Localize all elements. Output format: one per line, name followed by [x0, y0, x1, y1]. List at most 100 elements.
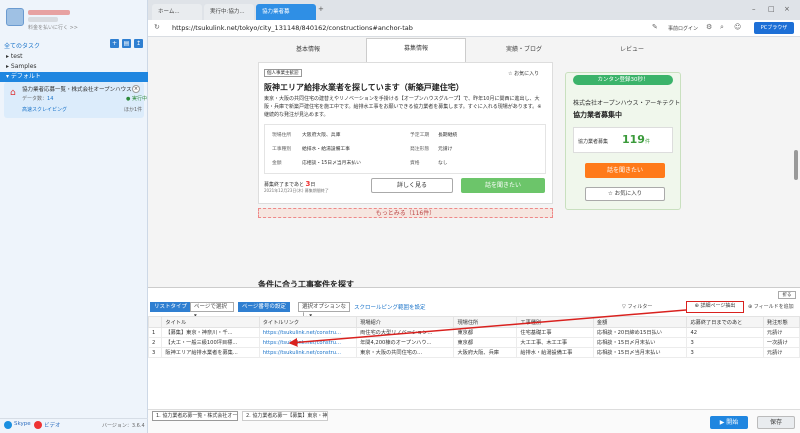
info-key: 現場住所	[272, 133, 292, 138]
status-badge: 個人事業主歓迎	[264, 69, 302, 77]
cell: 東京都	[453, 337, 518, 348]
inquire-button[interactable]: 話を聞きたい	[461, 178, 545, 193]
recruit-count: 119件	[622, 133, 650, 146]
table-row[interactable]: 2 【大工・一般三級100坪目標... https://tsukulink.ne…	[147, 337, 800, 348]
pre-login-link[interactable]: 事前ログイン	[668, 25, 698, 32]
company-inquire-button[interactable]: 話を聞きたい	[585, 163, 665, 178]
row-index: 2	[147, 337, 163, 348]
deadline: 募集終了まであと 3日	[264, 180, 316, 188]
tab-reviews[interactable]: レビュー	[582, 40, 682, 60]
info-value: 元請け	[438, 147, 453, 152]
pc-browser-button[interactable]: PCブラウザ	[754, 22, 794, 34]
tab-achievements[interactable]: 実績・ブログ	[474, 40, 574, 60]
info-key: 工事種別	[272, 147, 292, 152]
task-title: 協力業者応募一覧・株式会社オープンハウス	[22, 87, 132, 93]
billing-link[interactable]: 料金を払いに行く >>	[28, 24, 78, 31]
video-link[interactable]: ビデオ	[44, 421, 61, 429]
option-select[interactable]: 選択オプションなし ▾	[298, 302, 350, 319]
avatar[interactable]	[6, 8, 24, 26]
recruit-count-label: 協力業者募集	[578, 139, 609, 145]
collapse-button[interactable]: 折る	[778, 291, 796, 299]
extract-detail-page-button[interactable]: ⊕ 詳細ページ抽出	[686, 301, 744, 313]
cell: 3	[686, 337, 764, 348]
task-tab-2[interactable]: 2. 協力業者応募一【募集】東京・神...	[242, 411, 328, 421]
house-icon: ⌂	[10, 88, 16, 98]
cell-link[interactable]: https://tsukulink.net/constru...	[258, 337, 358, 348]
add-field-button[interactable]: ⊕ フィールドを追加	[748, 303, 794, 310]
cell-link[interactable]: https://tsukulink.net/constru...	[258, 327, 358, 338]
cell: 応相談・15日〆当月末払い	[592, 347, 688, 358]
cell: 両住宅の大型リノベーション...	[356, 327, 455, 338]
url-input[interactable]: https://tsukulink.net/tokyo/city_131148/…	[172, 24, 413, 32]
scroll-range-link[interactable]: スクロールピング範囲を設定	[354, 303, 426, 311]
cell: 阪神エリア給排水業者を募集...	[161, 347, 260, 358]
reload-icon[interactable]: ↻	[154, 23, 160, 31]
tab-running[interactable]: 実行中:協力...	[204, 4, 254, 20]
company-name: 株式会社オープンハウス・アーキテクト	[573, 100, 681, 107]
cell: 応相談・20日締め15日払い	[592, 327, 688, 338]
edit-icon[interactable]: ✎	[652, 23, 658, 31]
cell: 一次請け	[762, 337, 800, 348]
import-icon[interactable]: ↥	[134, 39, 143, 48]
show-more-button[interactable]: もっとみる（116件）	[258, 208, 553, 218]
video-icon[interactable]	[34, 421, 42, 429]
task-data-count: データ数：14	[22, 96, 54, 102]
cell-link[interactable]: https://tsukulink.net/constru...	[258, 347, 358, 358]
info-key: 資格	[410, 161, 420, 166]
col-header[interactable]: 現場住所	[453, 316, 518, 328]
cell: 【大工・一般三級100坪目標...	[161, 337, 260, 348]
tree-item-samples[interactable]: ▸ Samples	[0, 62, 148, 72]
task-extra-count: ほか1件	[124, 107, 143, 113]
cell: 【募集】東京・神奈川・千...	[161, 327, 260, 338]
tree-item-default[interactable]: ▾ デフォルト	[0, 72, 148, 82]
col-header[interactable]: タイトル	[161, 316, 260, 328]
list-type-button[interactable]: リストタイプ	[150, 302, 192, 312]
job-title[interactable]: 阪神エリア給排水業者を探しています（新築戸建住宅）	[264, 82, 464, 93]
tab-home[interactable]: ホーム...	[152, 4, 202, 20]
maximize-icon[interactable]: □	[768, 5, 775, 13]
table-row[interactable]: 3 阪神エリア給排水業者を募集... https://tsukulink.net…	[147, 347, 800, 358]
info-value: 長期継続	[438, 133, 458, 138]
start-button[interactable]: ▶ 開始	[710, 416, 748, 429]
close-task-icon[interactable]: ×	[132, 85, 140, 93]
favorite-button[interactable]: ☆ お気に入り	[508, 70, 539, 77]
page-select[interactable]: ページで選択 ▾	[190, 302, 234, 319]
search-icon[interactable]: ⌕	[720, 23, 724, 32]
skype-icon[interactable]	[4, 421, 12, 429]
page-number-setting[interactable]: ページ番号の設定	[238, 302, 290, 312]
col-header[interactable]: 金額	[592, 316, 688, 328]
skype-link[interactable]: Skype	[14, 421, 31, 427]
signup-banner[interactable]: カンタン登録30秒！	[573, 75, 673, 85]
minimize-icon[interactable]: –	[752, 5, 756, 13]
col-header[interactable]: 発注形態	[762, 316, 800, 328]
new-tab-icon[interactable]: +	[318, 5, 324, 13]
close-window-icon[interactable]: ×	[784, 5, 790, 13]
filter-button[interactable]: ▽ フィルター	[622, 303, 652, 310]
cell: 大工工事、木工工事	[516, 337, 594, 348]
table-row[interactable]: 1 【募集】東京・神奈川・千... https://tsukulink.net/…	[147, 327, 800, 338]
tree-item-test[interactable]: ▸ test	[0, 52, 148, 62]
row-index: 3	[147, 347, 163, 358]
cell: 応相談・15日〆月末払い	[592, 337, 688, 348]
info-value: 応相談・15日〆当月末払い	[302, 161, 361, 166]
tab-basic-info[interactable]: 基本情報	[258, 40, 358, 60]
cell: 住宅基礎工事	[516, 327, 594, 338]
col-header[interactable]: 工事種別	[516, 316, 594, 328]
tab-current[interactable]: 協力業者募	[256, 4, 316, 20]
task-tab-1[interactable]: 1. 協力業者応募一覧・株式会社オー...	[152, 411, 238, 421]
tab-recruit-info[interactable]: 募集情報	[366, 38, 466, 62]
col-header[interactable]: タイトルリンク	[258, 316, 358, 328]
col-header[interactable]: 応募終了日までのあと	[686, 316, 764, 328]
new-task-icon[interactable]: +	[110, 39, 119, 48]
settings-icon[interactable]: ⚙	[706, 23, 712, 31]
details-button[interactable]: 詳しく見る	[371, 178, 453, 193]
col-header[interactable]: 現場紹介	[356, 316, 455, 328]
cell: 元請け	[762, 327, 800, 338]
save-button[interactable]: 保存	[757, 416, 795, 429]
company-favorite-button[interactable]: ☆ お気に入り	[585, 187, 665, 201]
fast-scraping-link[interactable]: 高速スクレイピング	[22, 106, 67, 113]
new-folder-icon[interactable]: ▤	[122, 39, 131, 48]
recruiting-label: 協力業者募集中	[573, 111, 622, 119]
scrollbar-thumb[interactable]	[794, 150, 798, 180]
account-icon[interactable]: ☺	[734, 23, 741, 31]
